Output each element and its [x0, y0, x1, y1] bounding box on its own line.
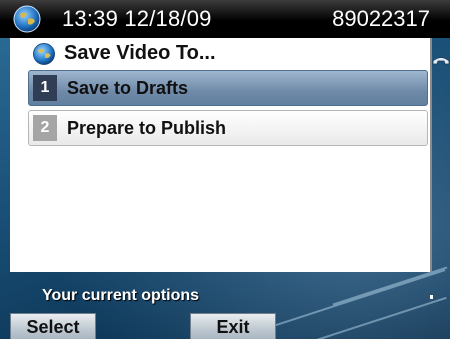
- menu-item-label: Prepare to Publish: [67, 118, 227, 138]
- menu-title-row: Save Video To...: [10, 38, 430, 68]
- phone-line-icon: [432, 57, 450, 65]
- status-time-date: 13:39 12/18/09: [62, 6, 212, 31]
- background-streak: [254, 269, 446, 333]
- status-extension: 89022317: [332, 6, 430, 31]
- indicator-dot: [430, 295, 433, 299]
- globe-icon: [13, 5, 41, 33]
- background-streak: [332, 266, 448, 306]
- status-bar: 13:39 12/18/09 89022317: [0, 0, 450, 38]
- background-streak: [303, 296, 447, 339]
- select-softkey[interactable]: Select: [10, 313, 96, 339]
- phone-screen: 13:39 12/18/09 89022317 Save Video To...: [0, 0, 450, 339]
- menu-item-save-to-drafts[interactable]: 1 Save to Drafts: [28, 70, 428, 106]
- options-prompt: Your current options: [42, 287, 200, 304]
- menu-item-label: Save to Drafts: [67, 78, 189, 98]
- exit-softkey[interactable]: Exit: [190, 313, 276, 339]
- menu-item-prepare-to-publish[interactable]: 2 Prepare to Publish: [28, 110, 428, 146]
- menu-item-number: 2: [33, 115, 57, 141]
- menu-item-number: 1: [33, 75, 57, 101]
- menu-panel: Save Video To... 1 Save to Drafts 2 Prep…: [10, 38, 432, 272]
- menu-title: Save Video To...: [64, 42, 216, 64]
- globe-icon: [33, 43, 55, 65]
